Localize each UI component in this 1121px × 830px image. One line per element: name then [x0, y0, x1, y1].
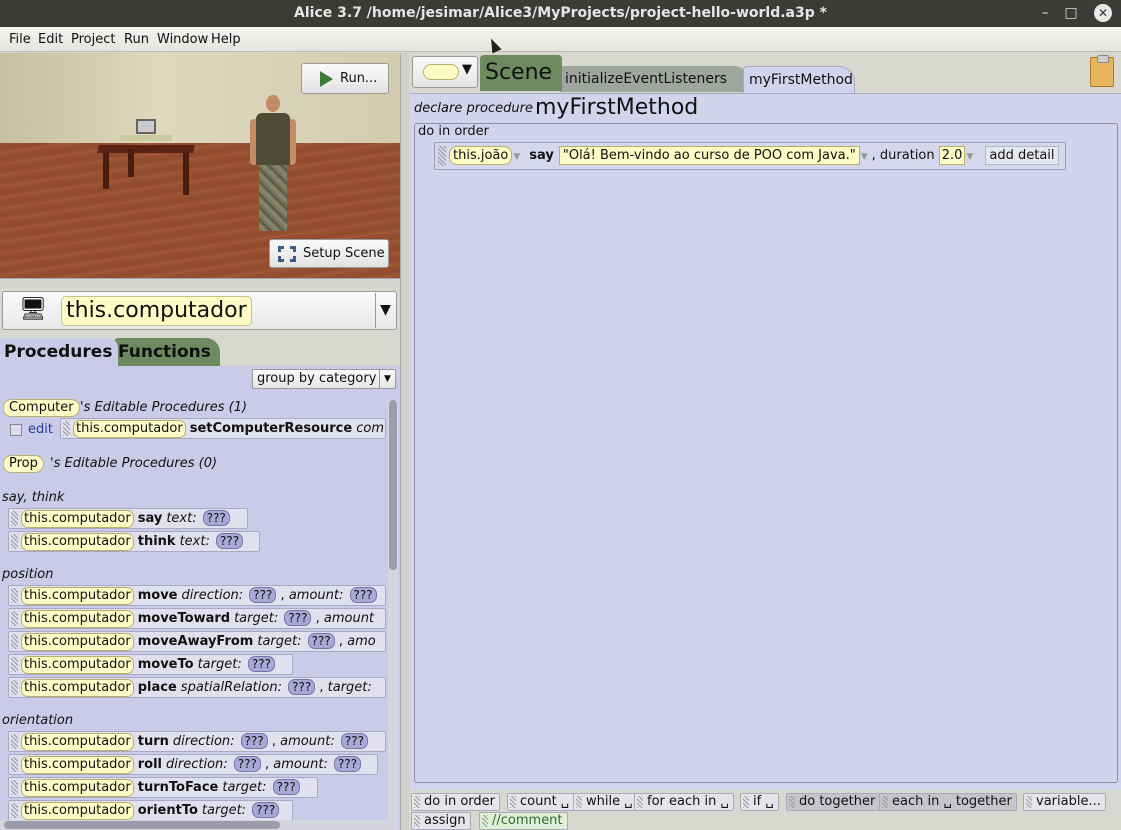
menu-window[interactable]: Window — [157, 32, 208, 47]
horizontal-splitter[interactable] — [0, 278, 400, 287]
member-tabs: Functions Procedures — [0, 338, 400, 366]
table-leg — [128, 149, 134, 177]
do-in-order-label: do in order — [418, 124, 489, 139]
menu-edit[interactable]: Edit — [38, 32, 63, 47]
control-variable[interactable]: variable... — [1023, 793, 1106, 811]
category-orientation: orientation — [2, 713, 74, 728]
procedure-move[interactable]: this.computador move direction: ??? , amou… — [8, 585, 386, 606]
scrollbar-thumb[interactable] — [389, 400, 397, 570]
run-button[interactable]: Run... — [301, 63, 389, 94]
window-title: Alice 3.7 /home/jesimar/Alice3/MyProject… — [294, 5, 827, 21]
type-icon — [423, 64, 459, 80]
group-by-select[interactable]: group by category ▼ — [252, 369, 396, 389]
control-count[interactable]: count ␣ — [507, 793, 575, 811]
procedure-turn[interactable]: this.computador turn direction: ??? , amou… — [8, 731, 386, 752]
instance-selector[interactable]: 🖥 this.computador ▼ — [2, 291, 397, 330]
tab-functions[interactable]: Functions — [114, 338, 220, 366]
play-icon — [320, 71, 333, 87]
person-model-legs — [259, 165, 287, 231]
scrollbar-thumb[interactable] — [4, 821, 280, 829]
menu-project[interactable]: Project — [71, 32, 115, 47]
setup-scene-button[interactable]: Setup Scene — [269, 239, 389, 268]
control-do-together[interactable]: do together — [786, 793, 881, 811]
tab-initializeEventListeners[interactable]: initializeEventListeners — [560, 66, 750, 92]
clipboard-icon[interactable] — [1090, 55, 1114, 87]
declare-procedure-label: declare procedure — [414, 101, 533, 116]
scene-view[interactable]: Run... Setup Scene — [0, 53, 400, 278]
table-leg — [183, 153, 189, 195]
say-statement[interactable]: this.joão ▼ say "Olá! Bem-vindo ao curso de… — [434, 142, 1066, 170]
procedures-panel: group by category ▼ Computer 's Editable… — [0, 366, 400, 830]
selected-instance: this.computador — [61, 296, 252, 326]
procedure-moveAwayFrom[interactable]: this.computador moveAwayFrom target: ??? ,… — [8, 631, 386, 652]
procedure-roll[interactable]: this.computador roll direction: ??? , amou… — [8, 754, 378, 775]
statement-target[interactable]: this.joão — [449, 146, 513, 165]
procedure-setComputerResource[interactable]: this.computador setComputerResource com — [60, 418, 386, 439]
menu-run[interactable]: Run — [124, 32, 149, 47]
procedure-place[interactable]: this.computador place spatialRelation: ???… — [8, 677, 386, 698]
chevron-down-icon: ▼ — [513, 152, 521, 162]
tab-procedures[interactable]: Procedures — [0, 338, 118, 366]
table-model — [97, 145, 195, 153]
table-leg — [103, 153, 109, 189]
procedure-orientTo[interactable]: this.computador orientTo target: ??? — [8, 800, 293, 821]
editable-header: 's Editable Procedures (0) — [50, 456, 218, 471]
window-title-bar: Alice 3.7 /home/jesimar/Alice3/MyProject… — [0, 0, 1121, 27]
procedure-moveTo[interactable]: this.computador moveTo target: ??? — [8, 654, 293, 675]
chevron-down-icon: ▼ — [462, 62, 472, 77]
control-comment[interactable]: //comment — [479, 812, 568, 830]
procedure-say[interactable]: this.computador say text: ??? — [8, 508, 248, 529]
computer-icon: 🖥 — [19, 297, 47, 322]
menu-bar: File Edit Project Run Window Help — [0, 27, 1121, 52]
maximize-icon[interactable]: □ — [1062, 4, 1080, 22]
type-prop[interactable]: Prop — [3, 455, 44, 473]
chevron-down-icon: ▼ — [966, 152, 974, 162]
menu-help[interactable]: Help — [211, 32, 241, 47]
duration-label: duration — [879, 148, 935, 163]
control-each-in-together[interactable]: each in ␣ together — [879, 793, 1017, 811]
do-in-order-block[interactable] — [414, 123, 1118, 783]
category-say-think: say, think — [2, 490, 65, 505]
type-computer[interactable]: Computer — [3, 399, 80, 417]
person-model-head — [266, 95, 280, 112]
procedure-moveToward[interactable]: this.computador moveToward target: ??? , a… — [8, 608, 386, 629]
menu-file[interactable]: File — [9, 32, 31, 47]
checkbox-icon — [10, 424, 22, 436]
minimize-icon[interactable]: – — [1036, 4, 1054, 22]
edit-link[interactable]: edit — [28, 422, 53, 437]
control-assign[interactable]: assign — [411, 812, 471, 830]
method-name: myFirstMethod — [535, 95, 699, 120]
chevron-down-icon: ▼ — [860, 152, 868, 162]
editable-header: 's Editable Procedures (1) — [80, 400, 248, 415]
statement-verb: say — [529, 148, 554, 163]
control-do-in-order[interactable]: do in order — [411, 793, 500, 811]
computer-base — [120, 135, 172, 141]
control-if[interactable]: if ␣ — [740, 793, 779, 811]
chevron-down-icon: ▼ — [379, 370, 395, 388]
computer-model — [136, 119, 156, 134]
tab-myFirstMethod[interactable]: myFirstMethod — [743, 66, 855, 93]
category-position: position — [2, 567, 54, 582]
expand-icon — [278, 246, 296, 262]
tab-scene[interactable]: Scene — [480, 55, 562, 91]
add-detail-button[interactable]: add detail — [985, 146, 1059, 165]
close-icon[interactable]: ✕ — [1094, 4, 1112, 22]
type-selector[interactable]: ▼ — [412, 56, 478, 88]
duration-value[interactable]: 2.0 — [938, 146, 966, 165]
vertical-splitter[interactable] — [400, 53, 409, 830]
text-value[interactable]: "Olá! Bem-vindo ao curso de POO com Java… — [558, 146, 860, 165]
control-for-each-in[interactable]: for each in ␣ — [634, 793, 734, 811]
person-model — [256, 113, 290, 165]
procedure-think[interactable]: this.computador think text: ??? — [8, 531, 260, 552]
procedure-turnToFace[interactable]: this.computador turnToFace target: ??? — [8, 777, 318, 798]
control-while[interactable]: while ␣ — [573, 793, 638, 811]
chevron-down-icon[interactable]: ▼ — [375, 293, 395, 328]
